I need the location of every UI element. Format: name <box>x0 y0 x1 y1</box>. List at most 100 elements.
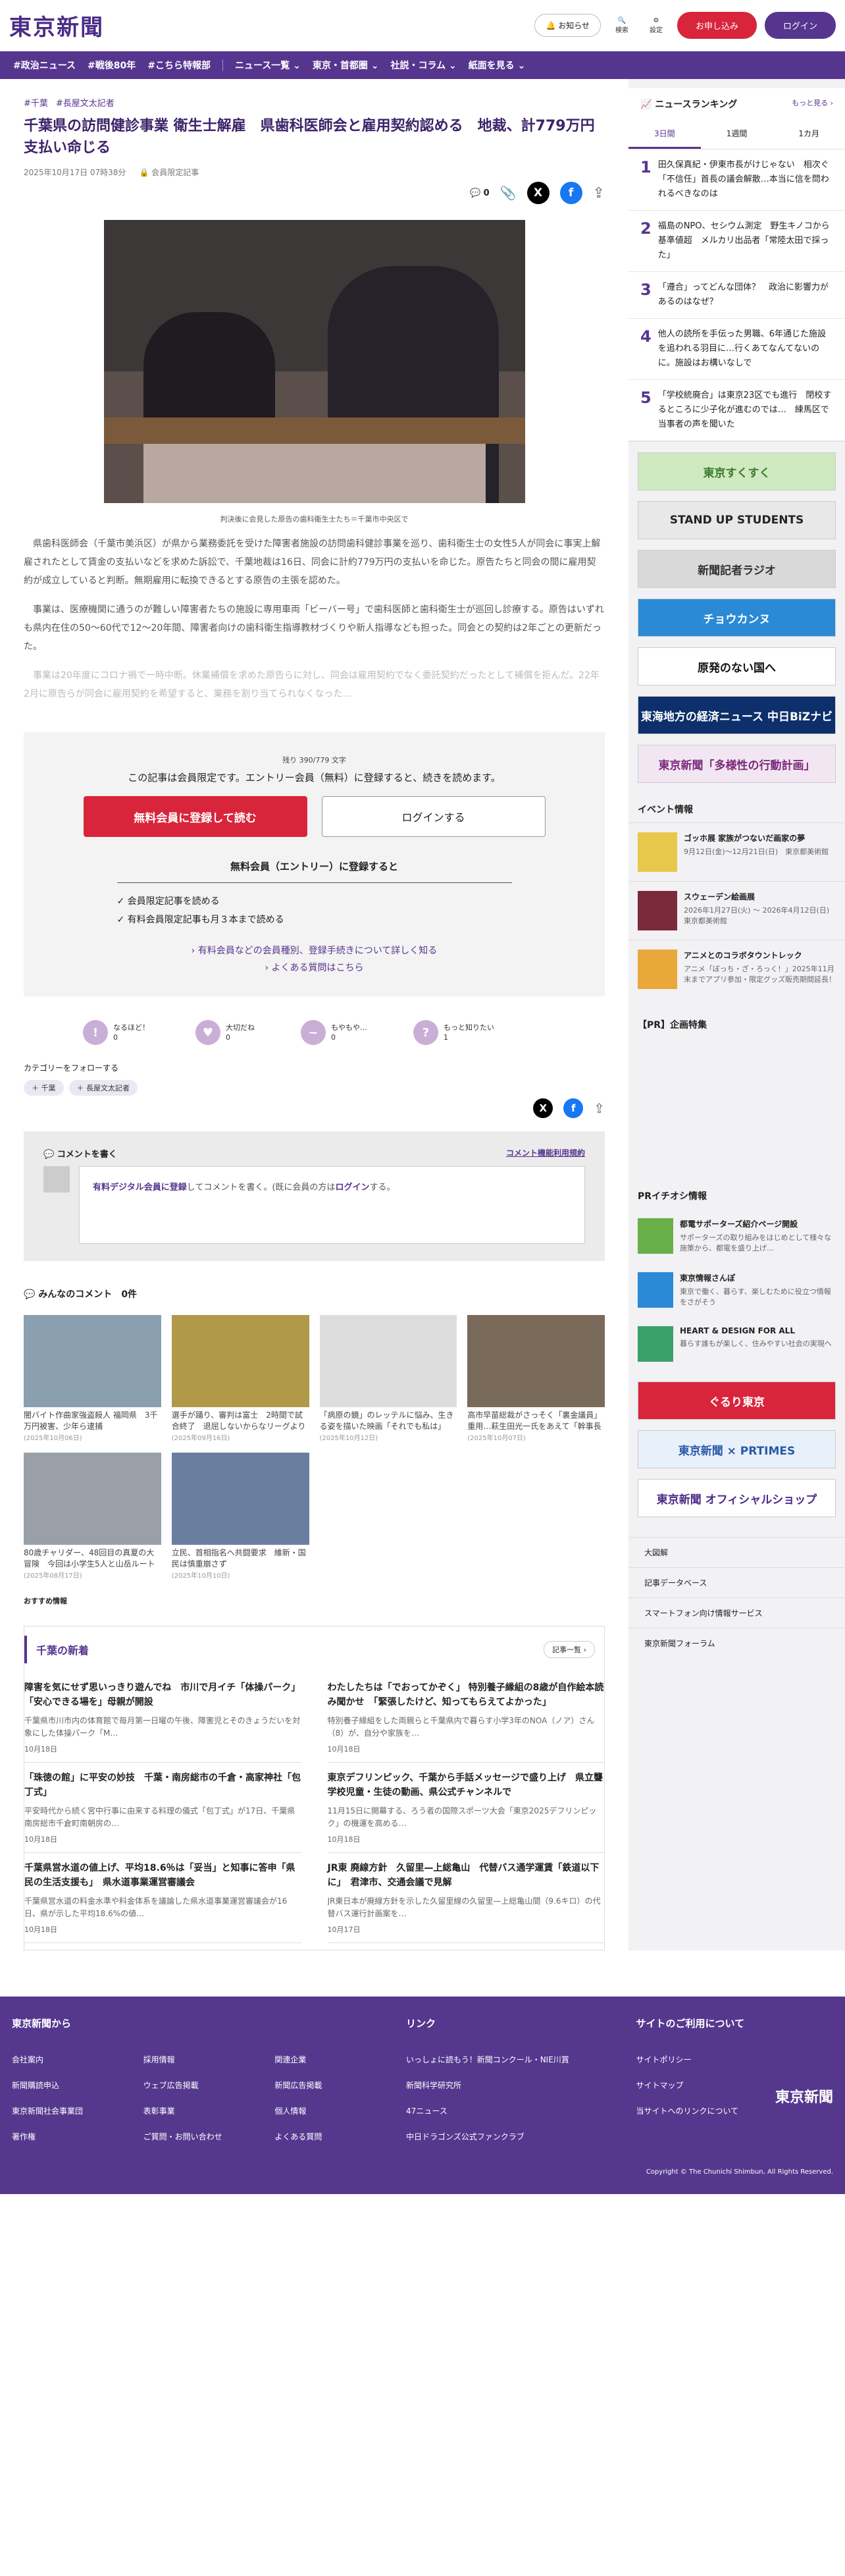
facebook-share-icon[interactable]: f <box>559 182 582 204</box>
side-link[interactable]: スマートフォン向け情報サービス <box>628 1597 845 1628</box>
footer-link[interactable]: 表彰事業 <box>143 2105 249 2116</box>
settings-button[interactable]: ⚙ 設定 <box>643 17 669 34</box>
comment-terms-link[interactable]: コメント機能利用規約 <box>506 1147 585 1160</box>
footer-link[interactable]: 関連企業 <box>274 2054 380 2065</box>
paywall-login-button[interactable]: ログインする <box>321 796 546 837</box>
footer-link[interactable]: 会社案内 <box>12 2054 117 2065</box>
latest-item[interactable]: 東京デフリンピック、千葉から手話メッセージで盛り上げ 県立聾学校児童・生徒の動画… <box>327 1763 604 1853</box>
follow-reporter[interactable]: ＋ 長屋文太記者 <box>68 1080 138 1096</box>
nav-paper[interactable]: 紙面を見る ⌄ <box>469 59 526 72</box>
event-item[interactable]: ゴッホ展 家族がつないだ画家の夢 9月12日(金)～12月21日(日) 東京都美術… <box>628 822 845 881</box>
article-date: 2025年10月17日 07時38分 <box>24 168 126 177</box>
nav-tokuhobu[interactable]: #こちら特報部 <box>147 59 211 72</box>
ranking-more-link[interactable]: もっと見る › <box>792 97 833 111</box>
banner[interactable]: 原発のない国へ <box>638 647 836 685</box>
footer-link[interactable]: いっしょに読もう！新聞コンクール・NIE川賞 <box>406 2054 609 2065</box>
comment-count[interactable]: 💬 0 <box>470 188 489 198</box>
banner[interactable]: ぐるり東京 <box>638 1382 836 1420</box>
footer-link[interactable]: 47ニュース <box>406 2105 609 2116</box>
facebook-share-icon[interactable]: f <box>563 1098 584 1118</box>
latest-item[interactable]: わたしたちは「でおってかぞく」 特別養子縁組の8歳が自作絵本読み聞かせ 「緊張し… <box>327 1673 604 1763</box>
ranking-item[interactable]: 4 他人の読所を手伝った男職、6年通じた施設を追われる羽目に…行くあてなんてないの… <box>628 319 845 380</box>
tab-1month[interactable]: 1カ月 <box>773 120 845 149</box>
side-link[interactable]: 東京新聞フォーラム <box>628 1628 845 1658</box>
banner[interactable]: 東海地方の経済ニュース 中日BiZナビ <box>638 696 836 734</box>
footer-link[interactable]: ウェブ広告掲載 <box>143 2080 249 2091</box>
footer-link[interactable]: 新聞購読申込 <box>12 2080 117 2091</box>
subscribe-button[interactable]: お申し込み <box>677 12 757 39</box>
side-link[interactable]: 記事データベース <box>628 1567 845 1597</box>
latest-item[interactable]: 「珠徳の館」に平安の妙技 千葉・南房総市の千倉・高家神社「包丁式」 平安時代から続… <box>24 1763 301 1853</box>
latest-item[interactable]: 障害を気にせず思いっきり遊んでね 市川で月イチ「体操パーク」「安心できる場を」母… <box>24 1673 301 1763</box>
x-share-icon[interactable]: X <box>526 182 550 204</box>
tag-reporter[interactable]: #長屋文太記者 <box>56 96 115 109</box>
login-button[interactable]: ログイン <box>764 12 836 39</box>
comment-input[interactable]: 有料デジタル会員に登録してコメントを書く。(既に会員の方はログインする。 <box>79 1166 585 1244</box>
event-item[interactable]: スウェーデン絵画展 2026年1月27日(火) ～ 2026年4月12日(日) 東… <box>628 881 845 940</box>
footer-link[interactable]: サイトポリシー <box>636 2054 833 2065</box>
banner[interactable]: 東京新聞 オフィシャルショップ <box>638 1479 836 1517</box>
banner[interactable]: 東京すくすく <box>638 452 836 491</box>
register-link[interactable]: 有料デジタル会員に登録 <box>93 1183 187 1193</box>
site-logo[interactable]: 東京新聞 <box>9 9 104 41</box>
banner[interactable]: 東京新聞「多様性の行動計画」 <box>638 745 836 783</box>
pr-item[interactable]: HEART & DESIGN FOR ALL 暮らす誰もが楽しく、住みやすい社会の… <box>628 1317 845 1371</box>
latest-item-desc: 千葉県営水道の料金水準や料金体系を議論した県水道事業運営審議会が16日、県が示し… <box>24 1896 288 1918</box>
tab-3days[interactable]: 3日間 <box>628 120 701 149</box>
reaction-naruhodo[interactable]: ! なるほど！ 0 <box>83 1020 149 1045</box>
x-share-icon[interactable]: X <box>533 1098 553 1118</box>
latest-item[interactable]: 千葉県営水道の値上げ、平均18.6％は「妥当」と知事に答申「県民の生活支援も」 … <box>24 1853 301 1943</box>
footer-link[interactable]: 採用情報 <box>143 2054 249 2065</box>
faq-link[interactable]: › よくある質問はこちら <box>83 959 546 977</box>
nav-politics[interactable]: #政治ニュース <box>13 59 76 72</box>
related-item[interactable]: 闇バイト作曲家強盗殺人 福岡県 3千万円被害、少年ら逮捕 (2025年10月06日… <box>24 1315 161 1442</box>
footer-link[interactable]: 個人情報 <box>274 2105 380 2116</box>
side-link[interactable]: 大図解 <box>628 1537 845 1567</box>
related-item[interactable]: 立民、首相指名へ共闘要求 維新・国民は慎重崩さず (2025年10月10日) <box>171 1453 309 1580</box>
event-item[interactable]: アニメとのコラボタウントレック アニメ「ぼっち・ざ・ろっく！」2025年11月末ま… <box>628 940 845 998</box>
reaction-taisetsu[interactable]: ♥ 大切だね 0 <box>195 1020 255 1045</box>
nav-postwar80[interactable]: #戦後80年 <box>88 59 136 72</box>
latest-item[interactable]: JR東 廃線方針 久留里—上総亀山 代替バス通学運賃「鉄道以下に」 君津市、交通… <box>327 1853 604 1943</box>
ranking-item[interactable]: 1 田久保真紀・伊東市長がけじゃない 相次ぐ「不信任」首長の議会解散…本当に信を問… <box>628 149 845 211</box>
footer-link[interactable]: 中日ドラゴンズ公式ファンクラブ <box>406 2131 609 2142</box>
footer-link[interactable]: 東京新聞社会事業団 <box>12 2105 117 2116</box>
latest-more-button[interactable]: 記事一覧 › <box>544 1641 595 1658</box>
question-icon: ? <box>413 1020 438 1045</box>
banner[interactable]: 東京新聞 × PRTIMES <box>638 1430 836 1468</box>
related-item[interactable]: 選手が踊り、審判は富士 2時間で試合終了 退屈しないからなリーグより人気？「サバ… <box>171 1315 309 1442</box>
share-icon[interactable]: ⇪ <box>594 1100 605 1116</box>
member-types-link[interactable]: › 有料会員などの会員種別、登録手続きについて詳しく知る <box>83 942 546 959</box>
free-register-button[interactable]: 無料会員に登録して読む <box>83 796 307 837</box>
banner[interactable]: STAND UP STUDENTS <box>638 501 836 539</box>
search-button[interactable]: 🔍 検索 <box>609 17 635 34</box>
notification-button[interactable]: 🔔 お知らせ <box>534 14 601 37</box>
tab-1week[interactable]: 1週間 <box>701 120 773 149</box>
ranking-item[interactable]: 3 「遵合」ってどんな団体？ 政治に影響力があるのはなぜ？ <box>628 272 845 319</box>
footer-link[interactable]: 新聞広告掲載 <box>274 2080 380 2091</box>
comment-login-link[interactable]: ログイン <box>335 1183 369 1193</box>
follow-chiba[interactable]: ＋ 千葉 <box>24 1080 64 1096</box>
ranking-item[interactable]: 5 「学校統廃合」は東京23区でも進行 閉校するところに少子化が進むのでは… 練馬… <box>628 380 845 441</box>
related-item[interactable]: 80歳チャリダー、48回目の真夏の大冒険 今回は小学生5人と山岳ルート1000キ… <box>24 1453 161 1580</box>
banner[interactable]: 新聞記者ラジオ <box>638 550 836 588</box>
nav-tokyo[interactable]: 東京・首都圏 ⌄ <box>313 59 379 72</box>
nav-editorial[interactable]: 社説・コラム ⌄ <box>391 59 457 72</box>
footer-link[interactable]: 新聞科学研究所 <box>406 2080 609 2091</box>
pr-item[interactable]: 都電サポーターズ紹介ページ開設 サポーターズの取り組みをはじめとして様々な施策から… <box>628 1209 845 1263</box>
ranking-item[interactable]: 2 福島のNPO、セシウム測定 野生キノコから基準値超 メルカリ出品者「常陸太田で… <box>628 211 845 272</box>
clip-icon[interactable]: 📎 <box>500 185 517 201</box>
share-icon[interactable]: ⇪ <box>593 185 605 201</box>
footer-link[interactable]: 著作権 <box>12 2131 117 2142</box>
reaction-motto[interactable]: ? もっと知りたい 1 <box>413 1020 494 1045</box>
reaction-moyamoya[interactable]: ~ もやもや… 0 <box>301 1020 367 1045</box>
tag-chiba[interactable]: #千葉 <box>24 96 48 109</box>
nav-news-list[interactable]: ニュース一覧 ⌄ <box>235 59 301 72</box>
footer-link[interactable]: よくある質問 <box>274 2131 380 2142</box>
footer-link[interactable]: 当サイトへのリンクについて <box>636 2105 833 2116</box>
pr-item[interactable]: 東京情報さんぽ 東京で働く、暮らす、楽しむために役立つ情報をさがそう <box>628 1263 845 1317</box>
banner[interactable]: チョウカンヌ <box>638 599 836 637</box>
footer-link[interactable]: ご質問・お問い合わせ <box>143 2131 249 2142</box>
related-item[interactable]: 高市早苗総裁がさっそく「裏金議員」重用…萩生田光一氏をあえて「幹事長代行」に起用… <box>467 1315 605 1442</box>
related-item[interactable]: 「病原の鏡」のレッテルに悩み、生きる姿を描いた映画「それでも私は」 加害者家族の… <box>319 1315 457 1442</box>
